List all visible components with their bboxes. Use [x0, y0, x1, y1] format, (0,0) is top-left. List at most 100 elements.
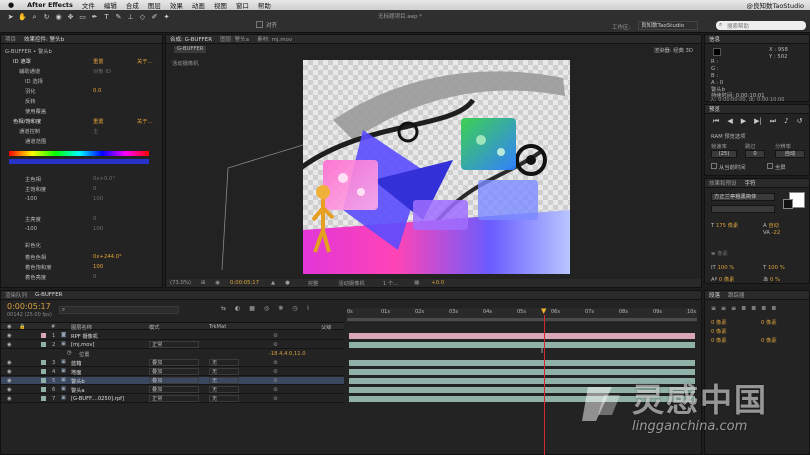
fx-row-value[interactable]: 100 — [93, 226, 103, 232]
next-frame-icon[interactable]: ▶| — [754, 117, 762, 126]
fx-row[interactable]: 主色相 0x+0.0° — [5, 175, 158, 183]
fx-row[interactable]: 着色亮度 0 — [5, 273, 158, 281]
app-name[interactable]: After Effects — [27, 1, 73, 9]
layer-row[interactable]: ◉ 3 ▣ 蓝箱 叠加 无 ⚙ — [1, 359, 344, 367]
parent-pick-whip-icon[interactable]: ⚙ — [273, 396, 278, 402]
roto-tool-icon[interactable]: ✐ — [150, 13, 159, 22]
selection-tool-icon[interactable]: ➤ — [6, 13, 15, 22]
layer-name[interactable]: 警头b — [71, 378, 85, 385]
fx-row[interactable]: 彩色化 — [5, 241, 158, 249]
menu-file[interactable]: 文件 — [82, 0, 95, 10]
layer-duration-bar[interactable] — [349, 333, 695, 339]
fx-about-link[interactable]: 关于... — [137, 117, 153, 125]
track-matte-select[interactable]: 无 — [209, 395, 239, 402]
visibility-eye-icon[interactable]: ◉ — [7, 333, 12, 339]
fx-row[interactable]: -100 100 — [5, 195, 158, 202]
resolution-select-preview[interactable]: 自动 — [775, 150, 805, 158]
pen-tool-icon[interactable]: ✒ — [90, 13, 99, 22]
pan-behind-tool-icon[interactable]: ✥ — [66, 13, 75, 22]
layer-name[interactable]: 地面 — [71, 369, 81, 376]
align-right-icon[interactable]: ≡ — [731, 305, 736, 312]
fx-row[interactable]: 羽化 0.0 — [5, 87, 158, 95]
fx-row-value[interactable]: 0 — [93, 216, 96, 222]
justify-right-icon[interactable]: ≣ — [761, 305, 766, 312]
parent-pick-whip-icon[interactable]: ⚙ — [273, 369, 278, 375]
first-line-indent-field[interactable]: 0 像素 — [711, 327, 727, 335]
exposure-value[interactable]: +0.0 — [431, 280, 444, 286]
layer-name[interactable]: [mj.mov] — [71, 342, 95, 348]
layer-name[interactable]: 警头a — [71, 387, 85, 394]
layer-tab[interactable]: 图层: 警头a — [220, 35, 249, 43]
layer-name[interactable]: [G-BUFF....0250].rpf] — [71, 396, 124, 402]
fx-reset-link[interactable]: 重置 — [93, 117, 104, 125]
align-center-icon[interactable]: ≡ — [721, 305, 726, 312]
from-current-checkbox[interactable] — [711, 163, 717, 169]
menubar-user[interactable]: @良知数TaoStudio — [746, 0, 804, 10]
layer-row[interactable]: ◉ 5 ▣ 警头b 叠加 无 ⚙ — [1, 377, 344, 385]
brush-tool-icon[interactable]: ✎ — [114, 13, 123, 22]
layer-duration-bar[interactable] — [349, 360, 695, 366]
indent-left-field[interactable]: 0 像素 — [711, 318, 727, 326]
indent-right-field[interactable]: 0 像素 — [761, 318, 777, 326]
stopwatch-icon[interactable]: ◷ — [67, 350, 72, 356]
fx-row-value[interactable]: 0.0 — [93, 88, 101, 94]
full-screen-checkbox[interactable] — [767, 163, 773, 169]
parent-pick-whip-icon[interactable]: ⚙ — [273, 333, 278, 339]
fx-about-link[interactable]: 关于... — [137, 57, 153, 65]
fx-row[interactable]: 反转 — [5, 97, 158, 105]
blend-mode-select[interactable]: 叠加 — [149, 377, 199, 384]
frame-blending-icon[interactable]: ▦ — [249, 305, 255, 312]
label-color-swatch[interactable] — [41, 360, 46, 365]
position-keyframe-marker[interactable]: I — [541, 347, 543, 355]
stroke-width-field[interactable]: ≡ 像素 — [711, 249, 728, 257]
justify-left-icon[interactable]: ≣ — [741, 305, 746, 312]
parent-pick-whip-icon[interactable]: ⚙ — [273, 360, 278, 366]
position-property-row[interactable]: ◷ 位置 -18.4,4.0,11.0 — [1, 350, 344, 358]
brainstorm-icon[interactable]: ❋ — [278, 305, 283, 312]
blend-mode-select[interactable]: 正常 — [149, 341, 199, 348]
comp-breadcrumb[interactable]: G-BUFFER — [174, 46, 207, 53]
layer-row[interactable]: ◉ 2 ▣ [mj.mov] 正常 ⚙ — [1, 341, 344, 349]
loop-icon[interactable]: ↺ — [797, 117, 803, 126]
label-color-swatch[interactable] — [41, 333, 46, 338]
position-value[interactable]: -18.4,4.0,11.0 — [269, 351, 306, 357]
visibility-eye-icon[interactable]: ◉ — [7, 378, 12, 384]
visibility-eye-icon[interactable]: ◉ — [7, 360, 12, 366]
layer-row[interactable]: ◉ 1 ◙ RPF 摄像机 ⚙ — [1, 332, 344, 340]
tracking-field[interactable]: VA -22 — [763, 230, 780, 236]
track-matte-select[interactable]: 无 — [209, 359, 239, 366]
layer-row[interactable]: ◉ 6 ▣ 警头a 叠加 无 ⚙ — [1, 386, 344, 394]
fx-row[interactable]: 辅助通道 对象 ID — [5, 67, 158, 75]
timeline-comp-tab[interactable]: G-BUFFER — [35, 292, 62, 298]
camera-tool-icon[interactable]: ◉ — [54, 13, 63, 22]
render-queue-tab[interactable]: 渲染队列 — [5, 291, 27, 299]
layer-row[interactable]: ◉ 4 ▣ 地面 叠加 无 ⚙ — [1, 368, 344, 376]
channel-icon[interactable]: ● — [285, 280, 290, 286]
effects-presets-tab[interactable]: 效果和预设 — [709, 179, 737, 187]
camera-snapshot-icon[interactable]: ◉ — [215, 280, 220, 286]
tsume-field[interactable]: あ 0 % — [763, 275, 780, 283]
blend-mode-select[interactable]: 正常 — [149, 395, 199, 402]
fx-row[interactable]: ID 选择 — [5, 77, 158, 85]
parent-pick-whip-icon[interactable]: ⚙ — [273, 387, 278, 393]
fx-row-value[interactable]: 100 — [93, 264, 103, 270]
fps-select[interactable]: (25) — [711, 150, 737, 158]
align-left-icon[interactable]: ≡ — [711, 305, 716, 312]
prev-frame-icon[interactable]: ◀ — [727, 117, 732, 126]
audio-icon[interactable]: ♪ — [784, 117, 788, 126]
mask-tool-icon[interactable]: ▭ — [78, 13, 87, 22]
motion-blur-icon[interactable]: ◎ — [264, 305, 269, 312]
fx-row[interactable]: 主饱和度 0 — [5, 185, 158, 193]
font-size-field[interactable]: T 175 像素 — [711, 221, 738, 229]
fx-reset-link[interactable]: 重置 — [93, 57, 104, 65]
fx-row[interactable]: 色相/饱和度 重置 关于... — [5, 117, 158, 125]
font-family-select[interactable]: 方正兰亭粗黑简体 — [711, 193, 775, 201]
timeline-search-input[interactable]: ⌕ — [59, 306, 179, 314]
project-tab[interactable]: 项目 — [5, 35, 16, 43]
paragraph-tab[interactable]: 段落 — [709, 291, 720, 299]
effect-controls-tab[interactable]: 效果控件: 警头b — [24, 35, 64, 43]
visibility-eye-icon[interactable]: ◉ — [7, 387, 12, 393]
skip-input[interactable]: 0 — [745, 150, 765, 158]
stamp-tool-icon[interactable]: ⊥ — [126, 13, 135, 22]
show-snapshot-icon[interactable]: ▲ — [271, 280, 275, 286]
